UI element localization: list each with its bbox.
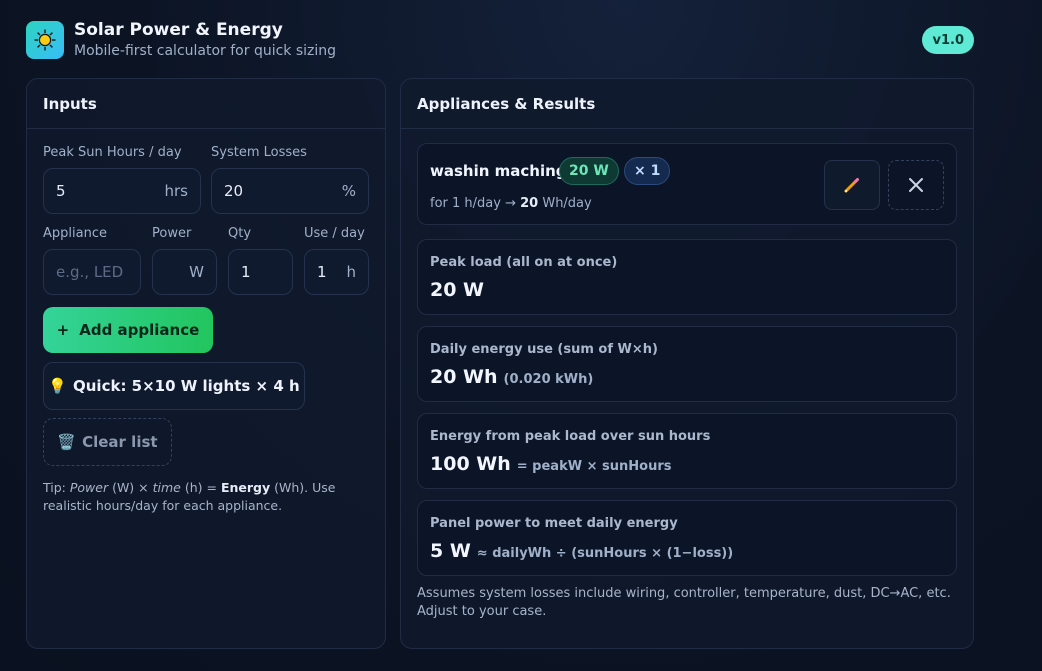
daily-energy-kwh: (0.020 kWh) bbox=[503, 372, 594, 387]
version-badge: v1.0 bbox=[922, 26, 974, 54]
power-label: Power bbox=[152, 226, 192, 241]
power-field[interactable]: W bbox=[152, 249, 217, 295]
peak-load-card: Peak load (all on at once) 20 W bbox=[417, 239, 957, 315]
losses-unit: % bbox=[341, 182, 356, 200]
clear-list-button[interactable]: 🗑️ Clear list bbox=[43, 418, 172, 466]
appliance-usage: for 1 h/day → 20 Wh/day bbox=[430, 196, 592, 211]
appliance-item: washin maching 20 W × 1 for 1 h/day → 20… bbox=[417, 143, 957, 225]
power-unit: W bbox=[189, 263, 204, 281]
use-label: Use / day bbox=[304, 226, 365, 241]
peak-load-label: Peak load (all on at once) bbox=[430, 255, 618, 270]
losses-input[interactable] bbox=[224, 182, 336, 200]
qty-label: Qty bbox=[228, 226, 252, 241]
panel-power-card: Panel power to meet daily energy 5 W ≈ d… bbox=[417, 500, 957, 576]
sun-energy-label: Energy from peak load over sun hours bbox=[430, 429, 711, 444]
app-title: Solar Power & Energy bbox=[74, 20, 283, 40]
inputs-heading: Inputs bbox=[27, 79, 385, 129]
assumptions-note: Assumes system losses include wiring, co… bbox=[417, 586, 951, 619]
appliance-label: Appliance bbox=[43, 226, 107, 241]
inputs-panel: Inputs Peak Sun Hours / day hrs System L… bbox=[26, 78, 386, 649]
qty-input[interactable] bbox=[241, 263, 280, 281]
daily-energy-label: Daily energy use (sum of W×h) bbox=[430, 342, 658, 357]
app-header: Solar Power & Energy Mobile-first calcul… bbox=[26, 20, 974, 62]
panel-power-value: 5 W bbox=[430, 540, 471, 562]
daily-energy-card: Daily energy use (sum of W×h) 20 Wh (0.0… bbox=[417, 326, 957, 402]
quick-lights-label: Quick: 5×10 W lights × 4 h bbox=[73, 377, 300, 395]
power-badge: 20 W bbox=[559, 157, 619, 185]
appliance-name: washin maching bbox=[430, 162, 567, 180]
app-subtitle: Mobile-first calculator for quick sizing bbox=[74, 43, 337, 59]
losses-label: System Losses bbox=[211, 145, 307, 160]
sun-hours-field[interactable]: hrs bbox=[43, 168, 201, 214]
sun-hours-unit: hrs bbox=[164, 182, 189, 200]
add-appliance-label: Add appliance bbox=[79, 321, 200, 339]
plus-icon: + bbox=[56, 321, 70, 339]
panel-power-label: Panel power to meet daily energy bbox=[430, 516, 678, 531]
results-panel: Appliances & Results washin maching 20 W… bbox=[400, 78, 974, 649]
sun-energy-value: 100 Wh bbox=[430, 453, 511, 475]
losses-field[interactable]: % bbox=[211, 168, 369, 214]
sun-icon bbox=[26, 21, 64, 59]
sun-energy-formula: = peakW × sunHours bbox=[516, 459, 672, 474]
sun-hours-label: Peak Sun Hours / day bbox=[43, 145, 182, 160]
daily-energy-value: 20 Wh bbox=[430, 366, 498, 388]
lightbulb-icon: 💡 bbox=[48, 377, 67, 395]
sun-hours-input[interactable] bbox=[56, 182, 159, 200]
appliance-input[interactable] bbox=[56, 263, 128, 281]
use-input[interactable] bbox=[317, 263, 341, 281]
quick-lights-button[interactable]: 💡 Quick: 5×10 W lights × 4 h bbox=[43, 362, 305, 410]
pencil-icon bbox=[844, 178, 859, 193]
edit-appliance-button[interactable] bbox=[824, 160, 880, 210]
panel-power-formula: ≈ dailyWh ÷ (sunHours × (1−loss)) bbox=[476, 546, 734, 561]
remove-appliance-button[interactable] bbox=[888, 160, 944, 210]
use-field[interactable]: h bbox=[304, 249, 369, 295]
close-icon bbox=[909, 178, 923, 192]
sun-energy-card: Energy from peak load over sun hours 100… bbox=[417, 413, 957, 489]
use-unit: h bbox=[346, 263, 356, 281]
appliance-field[interactable] bbox=[43, 249, 141, 295]
qty-badge: × 1 bbox=[624, 157, 671, 185]
peak-load-value: 20 W bbox=[430, 279, 485, 301]
add-appliance-button[interactable]: + Add appliance bbox=[43, 307, 213, 353]
formula-tip: Tip: Power (W) × time (h) = Energy (Wh).… bbox=[43, 480, 336, 513]
power-input[interactable] bbox=[165, 263, 184, 281]
trash-icon: 🗑️ bbox=[57, 433, 77, 451]
qty-field[interactable] bbox=[228, 249, 293, 295]
clear-list-label: Clear list bbox=[82, 433, 158, 451]
results-heading: Appliances & Results bbox=[401, 79, 973, 129]
